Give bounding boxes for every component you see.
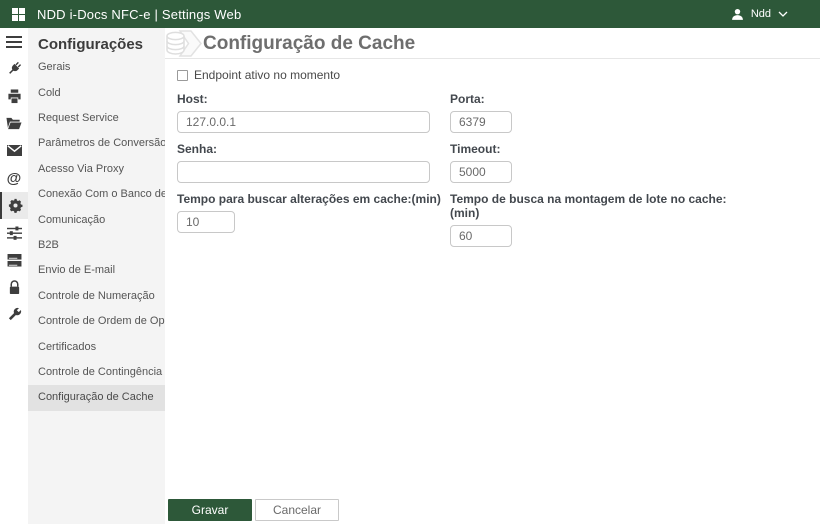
senha-input[interactable]	[177, 161, 430, 183]
cache-form: Host: Porta: Senha: Timeout: Tempo para …	[177, 92, 820, 247]
apps-grid-icon[interactable]	[12, 7, 25, 21]
folder-open-icon[interactable]	[0, 110, 28, 137]
user-menu[interactable]: Ndd	[731, 8, 810, 21]
settings-nav: Configurações Gerais Cold Request Servic…	[28, 28, 165, 524]
sliders-icon[interactable]	[0, 219, 28, 246]
porta-input[interactable]	[450, 111, 512, 133]
timeout-label: Timeout:	[450, 142, 501, 156]
nav-item-certificados[interactable]: Certificados	[28, 335, 165, 360]
nav-item-controle-de-numeracao[interactable]: Controle de Numeração	[28, 284, 165, 309]
nav-item-request-service[interactable]: Request Service	[28, 106, 165, 131]
tempo-buscar-label: Tempo para buscar alterações em cache:(m…	[177, 192, 441, 206]
tempo-lote-input[interactable]	[450, 225, 512, 247]
main-content: Configuração de Cache Endpoint ativo no …	[165, 28, 820, 528]
server-icon[interactable]	[0, 246, 28, 273]
host-field: Host:	[177, 92, 450, 133]
nav-item-controle-de-contingencia[interactable]: Controle de Contingência	[28, 360, 165, 385]
nav-item-cold[interactable]: Cold	[28, 81, 165, 106]
mail-icon[interactable]	[0, 137, 28, 164]
wrench-icon[interactable]	[0, 301, 28, 328]
menu-icon[interactable]	[0, 28, 28, 55]
nav-item-configuracao-de-cache[interactable]: Configuração de Cache	[28, 385, 165, 411]
plug-icon[interactable]	[0, 55, 28, 82]
senha-label: Senha:	[177, 142, 218, 156]
host-input[interactable]	[177, 111, 430, 133]
page-title: Configuração de Cache	[203, 33, 416, 54]
nav-item-conexao-banco-de-dados[interactable]: Conexão Com o Banco de Dados	[28, 182, 165, 207]
form-actions: Gravar Cancelar	[168, 499, 339, 521]
endpoint-active-row: Endpoint ativo no momento	[177, 68, 820, 82]
printer-icon[interactable]	[0, 83, 28, 110]
cancel-button[interactable]: Cancelar	[255, 499, 339, 521]
at-sign-icon[interactable]: @	[0, 164, 28, 191]
chevron-down-icon	[778, 11, 788, 17]
icon-rail: @	[0, 28, 28, 528]
nav-heading: Configurações	[38, 36, 144, 53]
endpoint-active-checkbox[interactable]	[177, 69, 188, 81]
nav-item-gerais[interactable]: Gerais	[28, 55, 165, 80]
host-label: Host:	[177, 92, 208, 106]
senha-field: Senha:	[177, 142, 450, 183]
tempo-buscar-input[interactable]	[177, 211, 235, 233]
nav-item-controle-ordem-operacao[interactable]: Controle de Ordem de Operação	[28, 309, 165, 334]
user-name: Ndd	[750, 8, 771, 20]
nav-item-b2b[interactable]: B2B	[28, 233, 165, 258]
nav-item-acesso-via-proxy[interactable]: Acesso Via Proxy	[28, 157, 165, 182]
timeout-input[interactable]	[450, 161, 512, 183]
user-icon	[731, 8, 743, 20]
lock-icon[interactable]	[0, 274, 28, 301]
gear-icon-selected[interactable]	[0, 191, 28, 220]
app-title: NDD i-Docs NFC-e | Settings Web	[37, 6, 242, 22]
nav-item-envio-de-email[interactable]: Envio de E-mail	[28, 258, 165, 283]
page-header: Configuração de Cache	[165, 28, 820, 59]
endpoint-active-label: Endpoint ativo no momento	[194, 68, 341, 82]
cache-database-icon	[166, 30, 202, 57]
tempo-lote-label: Tempo de busca na montagem de lote no ca…	[450, 192, 727, 220]
porta-label: Porta:	[450, 92, 485, 106]
porta-field: Porta:	[450, 92, 750, 133]
save-button[interactable]: Gravar	[168, 499, 252, 521]
tempo-lote-field: Tempo de busca na montagem de lote no ca…	[450, 192, 750, 247]
nav-item-comunicacao[interactable]: Comunicação	[28, 208, 165, 233]
tempo-buscar-field: Tempo para buscar alterações em cache:(m…	[177, 192, 450, 247]
topbar: NDD i-Docs NFC-e | Settings Web Ndd	[0, 0, 820, 28]
nav-item-parametros-de-conversao[interactable]: Parâmetros de Conversão	[28, 131, 165, 156]
timeout-field: Timeout:	[450, 142, 750, 183]
